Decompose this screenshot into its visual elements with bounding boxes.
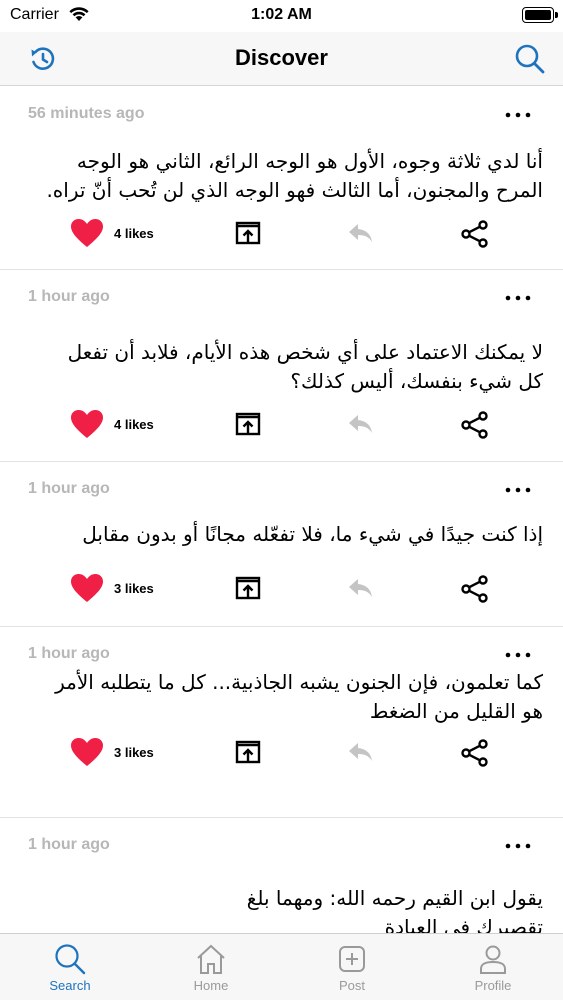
likes-count: 4 likes xyxy=(114,416,154,432)
home-icon xyxy=(197,944,225,974)
post-timestamp: 1 hour ago xyxy=(28,836,110,853)
post-text: كما تعلمون، فإن الجنون يشبه الجاذبية... … xyxy=(55,670,543,723)
likes-count: 3 likes xyxy=(114,580,154,596)
tab-label: Home xyxy=(193,978,229,993)
tab-post[interactable]: Post xyxy=(282,934,422,1000)
person-icon xyxy=(480,945,506,974)
more-options-icon[interactable] xyxy=(503,288,533,308)
likes-count: 3 likes xyxy=(114,744,154,760)
like-button[interactable]: 4 likes xyxy=(70,409,154,439)
share-icon[interactable] xyxy=(460,738,490,768)
reply-icon[interactable] xyxy=(346,222,374,244)
post-card: 1 hour ago لا يمكنك الاعتماد على أي شخص … xyxy=(0,270,563,462)
tab-bar: Search Home Post Profile xyxy=(0,933,563,1000)
post-actions: 3 likes xyxy=(0,733,563,773)
reply-icon[interactable] xyxy=(346,741,374,763)
tab-label: Profile xyxy=(474,978,512,993)
search-icon xyxy=(55,944,86,975)
feed-list[interactable]: 56 minutes ago أنا لدي ثلاثة وجوه، الأول… xyxy=(0,87,563,933)
like-button[interactable]: 3 likes xyxy=(70,573,154,603)
navigation-bar: Discover xyxy=(0,32,563,86)
post-timestamp: 1 hour ago xyxy=(28,480,110,497)
more-options-icon[interactable] xyxy=(503,105,533,125)
share-icon[interactable] xyxy=(460,574,490,604)
heart-icon xyxy=(71,738,103,766)
post-text: يقول ابن القيم رحمه الله: ومهما بلغ تقصي… xyxy=(246,886,543,933)
like-button[interactable]: 3 likes xyxy=(70,737,154,767)
post-card: 56 minutes ago أنا لدي ثلاثة وجوه، الأول… xyxy=(0,87,563,270)
post-timestamp: 56 minutes ago xyxy=(28,105,145,122)
post-actions: 4 likes xyxy=(0,214,563,254)
open-post-icon[interactable] xyxy=(234,739,262,765)
post-text: أنا لدي ثلاثة وجوه، الأول هو الوجه الرائ… xyxy=(46,149,543,202)
post-text: إذا كنت جيدًا في شيء ما، فلا تفعّله مجان… xyxy=(82,522,543,546)
open-post-icon[interactable] xyxy=(234,220,262,246)
clock: 1:02 AM xyxy=(251,6,312,23)
tab-search[interactable]: Search xyxy=(0,934,140,1000)
post-text: لا يمكنك الاعتماد على أي شخص هذه الأيام،… xyxy=(67,340,543,393)
heart-icon xyxy=(71,410,103,438)
reply-icon[interactable] xyxy=(346,413,374,435)
post-actions: 4 likes xyxy=(0,405,563,445)
search-icon[interactable] xyxy=(513,42,547,76)
tab-profile[interactable]: Profile xyxy=(423,934,563,1000)
more-options-icon[interactable] xyxy=(503,836,533,856)
more-options-icon[interactable] xyxy=(503,645,533,665)
tab-label: Post xyxy=(338,978,365,993)
post-card: 1 hour ago يقول ابن القيم رحمه الله: ومه… xyxy=(0,818,563,933)
plus-square-icon xyxy=(339,946,365,972)
heart-icon xyxy=(71,574,103,602)
reply-icon[interactable] xyxy=(346,577,374,599)
share-icon[interactable] xyxy=(460,410,490,440)
post-actions: 3 likes xyxy=(0,569,563,609)
likes-count: 4 likes xyxy=(114,225,154,241)
post-timestamp: 1 hour ago xyxy=(28,288,110,305)
tab-label: Search xyxy=(49,978,91,993)
post-card: 1 hour ago إذا كنت جيدًا في شيء ما، فلا … xyxy=(0,462,563,627)
post-timestamp: 1 hour ago xyxy=(28,645,110,662)
heart-icon xyxy=(71,219,103,247)
open-post-icon[interactable] xyxy=(234,575,262,601)
page-title: Discover xyxy=(235,45,328,70)
tab-home[interactable]: Home xyxy=(141,934,281,1000)
battery-icon xyxy=(522,7,558,23)
more-options-icon[interactable] xyxy=(503,480,533,500)
open-post-icon[interactable] xyxy=(234,411,262,437)
share-icon[interactable] xyxy=(460,219,490,249)
like-button[interactable]: 4 likes xyxy=(70,218,154,248)
post-card: 1 hour ago كما تعلمون، فإن الجنون يشبه ا… xyxy=(0,627,563,818)
status-bar: Carrier 1:02 AM xyxy=(0,0,563,32)
